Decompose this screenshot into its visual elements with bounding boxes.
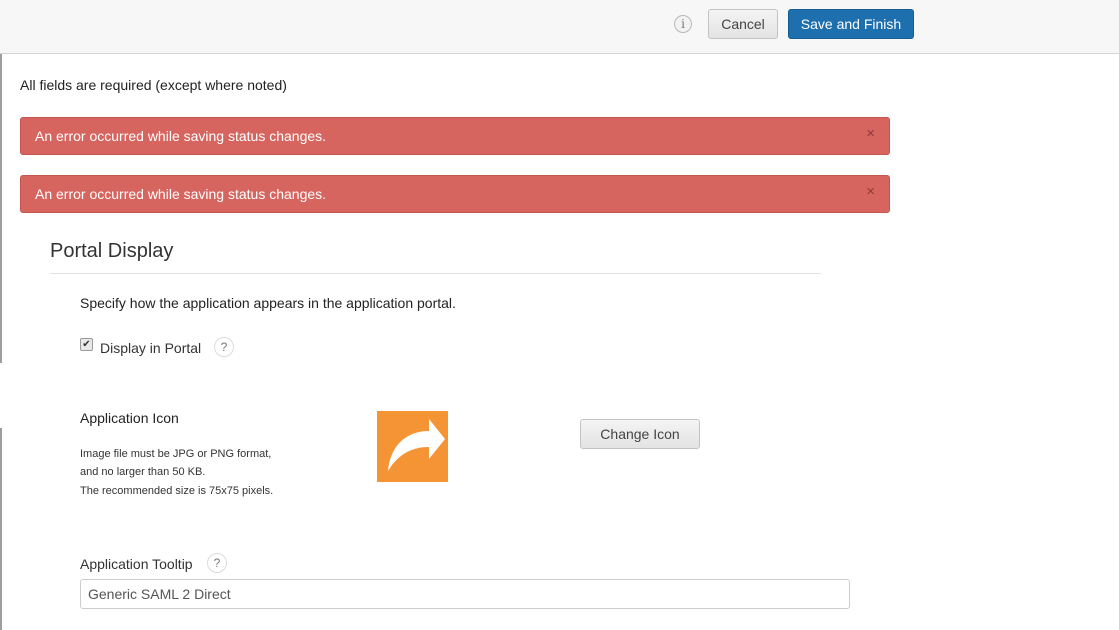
section-description: Specify how the application appears in t… [80,295,456,311]
change-icon-button[interactable]: Change Icon [580,419,700,449]
display-in-portal-checkbox[interactable]: ✔ [80,338,93,351]
application-tooltip-input[interactable] [80,579,850,609]
section-divider [50,273,821,274]
left-border-rule [0,54,2,363]
icon-requirement-note: The recommended size is 75x75 pixels. [80,485,274,497]
section-title-portal-display: Portal Display [50,240,174,262]
save-and-finish-button[interactable]: Save and Finish [788,9,914,39]
help-icon[interactable]: ? [214,337,234,357]
display-in-portal-label: Display in Portal [100,340,202,356]
error-alert: An error occurred while saving status ch… [20,175,890,213]
close-icon[interactable]: × [866,118,875,150]
cancel-button[interactable]: Cancel [708,9,778,39]
application-icon-heading: Application Icon [80,410,179,426]
error-alert: An error occurred while saving status ch… [20,117,890,155]
error-alert-message: An error occurred while saving status ch… [35,128,327,144]
application-tooltip-label: Application Tooltip [80,556,193,572]
top-toolbar: i Cancel Save and Finish [0,0,1119,54]
left-border-rule [0,428,2,630]
close-icon[interactable]: × [866,176,875,208]
share-arrow-icon [377,411,448,482]
help-icon[interactable]: ? [207,553,227,573]
error-alert-message: An error occurred while saving status ch… [35,186,327,202]
icon-requirement-note: Image file must be JPG or PNG format, [80,448,272,460]
icon-requirement-note: and no larger than 50 KB. [80,466,206,478]
required-fields-note: All fields are required (except where no… [20,77,287,93]
info-icon[interactable]: i [674,15,692,33]
